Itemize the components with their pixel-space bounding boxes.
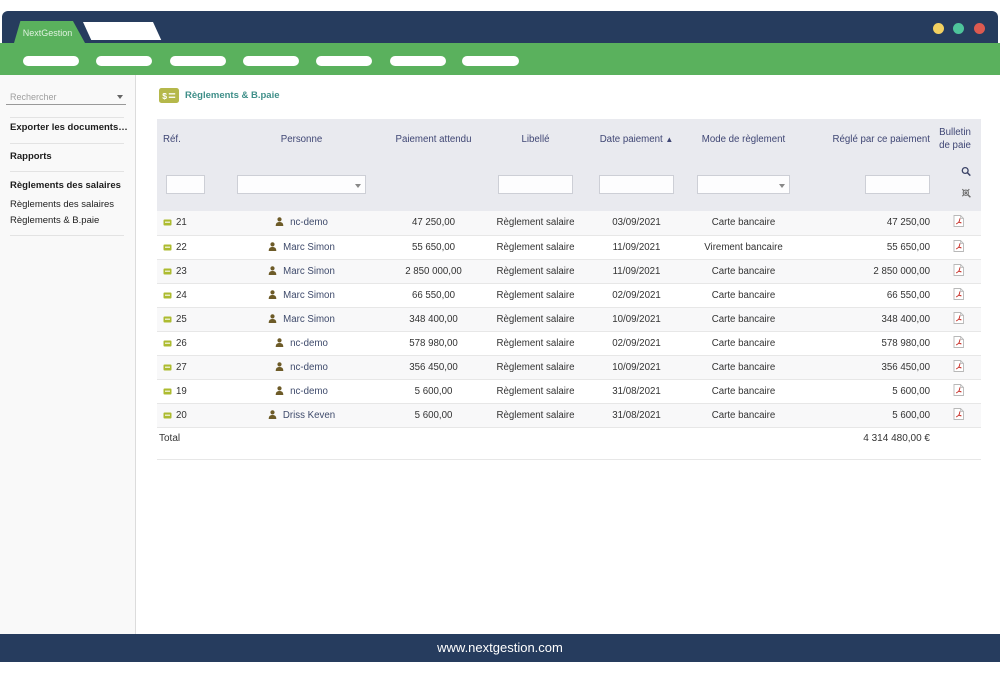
svg-text:$: $ <box>162 91 167 101</box>
